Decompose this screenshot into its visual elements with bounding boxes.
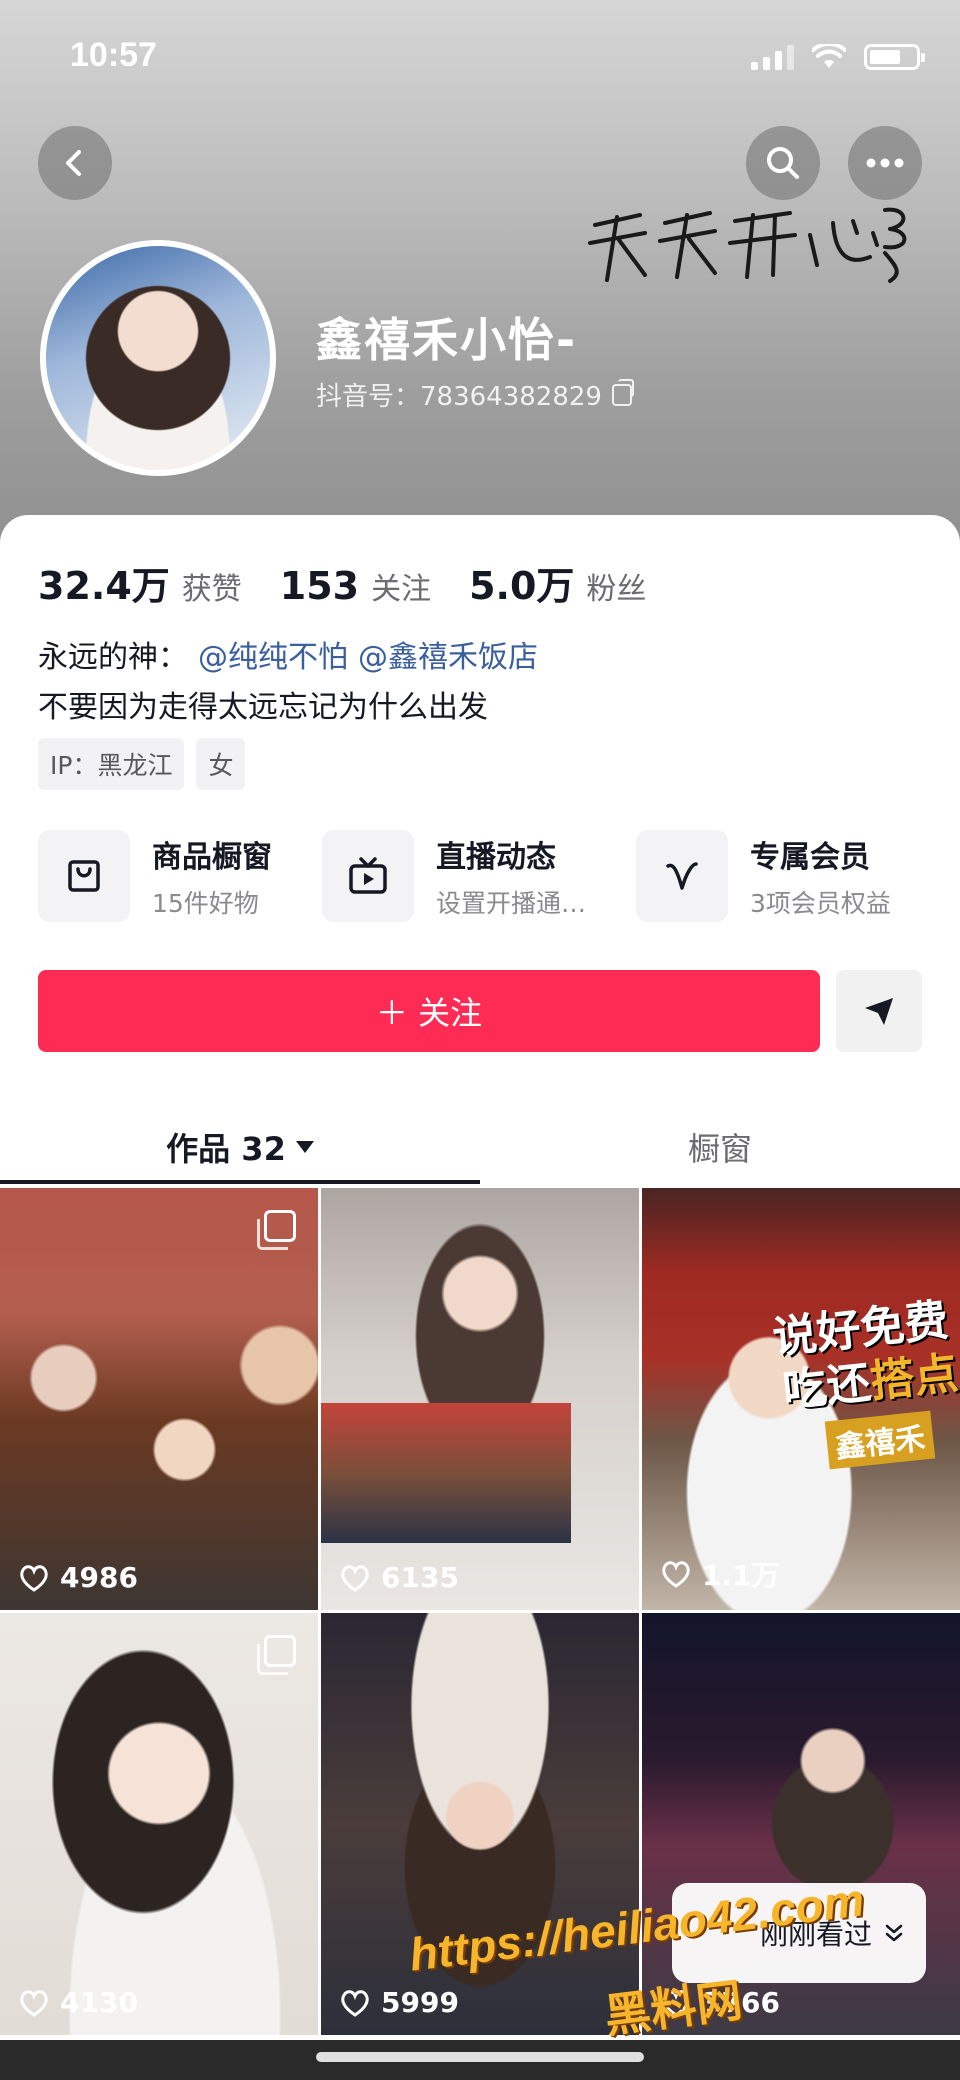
stats-row: 32.4万 获赞 153 关注 5.0万 粉丝 — [38, 555, 646, 610]
status-icons — [751, 44, 925, 70]
bag-icon — [68, 860, 100, 892]
multi-image-icon — [257, 1635, 296, 1675]
bio-line-1: 永远的神： @纯纯不怕 @鑫禧禾饭店 — [38, 632, 538, 676]
video-tile[interactable]: 4130 — [0, 1613, 318, 2035]
follow-button[interactable]: ＋ 关注 — [38, 970, 820, 1052]
status-bar: 10:57 — [0, 0, 960, 110]
feature-subtitle: 15件好物 — [152, 889, 259, 918]
profile-nickname: 鑫禧禾小怡- — [316, 313, 578, 367]
tab-active-underline — [0, 1180, 480, 1184]
like-count-value: 1.1万 — [702, 1559, 780, 1592]
more-dots-icon — [866, 158, 904, 168]
feature-title: 商品橱窗 — [152, 840, 272, 875]
heart-icon — [341, 1564, 369, 1592]
gender-tag: 女 — [196, 738, 246, 790]
heart-icon — [20, 1989, 48, 2017]
wifi-icon — [812, 44, 846, 68]
like-count: 4986 — [18, 1561, 138, 1594]
ip-location-tag: IP：黑龙江 — [38, 738, 185, 790]
feature-membership[interactable]: 专属会员 3项会员权益 — [636, 830, 891, 922]
profile-tags: IP：黑龙江 女 — [38, 738, 246, 790]
chevron-double-down-icon — [885, 1924, 903, 1942]
chevron-left-icon — [66, 150, 81, 176]
feature-icon-box — [38, 830, 130, 922]
feature-subtitle: 3项会员权益 — [750, 889, 891, 918]
like-count: 6135 — [339, 1561, 459, 1594]
feature-row: 商品橱窗 15件好物 直播动态 设置开播通… 专属会员 3项会员权益 — [38, 830, 960, 922]
mention-link[interactable]: @鑫禧禾饭店 — [358, 632, 538, 676]
home-indicator[interactable] — [316, 2052, 644, 2062]
video-tile[interactable]: 4986 — [0, 1188, 318, 1610]
more-button[interactable] — [848, 126, 922, 200]
feature-icon-box — [636, 830, 729, 922]
status-time: 10:57 — [70, 36, 157, 74]
avatar[interactable] — [40, 240, 276, 476]
video-inset-frame — [321, 1403, 571, 1543]
share-button[interactable] — [836, 970, 922, 1052]
like-count: 4130 — [18, 1986, 138, 2019]
feature-title: 专属会员 — [750, 840, 871, 875]
copy-icon[interactable] — [611, 378, 634, 406]
heart-icon — [662, 1561, 690, 1588]
tab-showcase[interactable]: 橱窗 — [480, 1112, 960, 1182]
stat-value: 153 — [279, 564, 360, 608]
feature-subtitle: 设置开播通… — [436, 889, 587, 918]
like-count: 5999 — [339, 1986, 459, 2019]
douyin-id: 抖音号：78364382829 — [316, 382, 602, 412]
like-count-value: 4986 — [60, 1561, 138, 1594]
tab-works[interactable]: 作品 32 — [0, 1112, 480, 1182]
like-count-value: 5999 — [381, 1986, 459, 2019]
feature-icon-box — [322, 830, 414, 922]
like-count-value: 6135 — [381, 1561, 459, 1594]
caret-down-icon — [295, 1141, 314, 1153]
video-caption-part: 吃还 — [780, 1357, 874, 1418]
douyin-id-row[interactable]: 抖音号：78364382829 — [316, 376, 634, 413]
like-count-value: 4130 — [60, 1986, 138, 2019]
bio-line-2: 不要因为走得太远忘记为什么出发 — [38, 690, 488, 725]
feature-text: 直播动态 设置开播通… — [436, 832, 586, 920]
feature-text: 商品橱窗 15件好物 — [152, 832, 272, 920]
heart-icon — [20, 1564, 48, 1592]
feature-text: 专属会员 3项会员权益 — [750, 832, 891, 920]
signature-handwriting — [588, 207, 907, 283]
video-tile[interactable]: 6135 — [321, 1188, 639, 1610]
stat-followers[interactable]: 5.0万 粉丝 — [469, 555, 646, 610]
stat-label: 粉丝 — [586, 572, 647, 607]
stat-value: 32.4万 — [38, 564, 170, 608]
stat-label: 关注 — [371, 572, 432, 607]
tv-icon — [349, 857, 387, 894]
video-caption-badge: 鑫禧禾 — [824, 1410, 936, 1470]
bio-prefix: 永远的神： — [38, 640, 188, 675]
tab-works-label: 作品 32 — [166, 1130, 286, 1168]
stat-value: 5.0万 — [469, 564, 575, 608]
video-caption-highlight: 搭点 — [867, 1347, 960, 1408]
send-icon — [865, 998, 893, 1025]
like-count: 1.1万 — [660, 1554, 780, 1594]
signal-icon — [751, 44, 794, 70]
search-button[interactable] — [746, 126, 820, 200]
feature-title: 直播动态 — [436, 840, 556, 875]
video-tile[interactable]: 说好免费 吃还搭点 鑫禧禾 1.1万 — [642, 1188, 960, 1610]
stat-following[interactable]: 153 关注 — [280, 564, 431, 608]
stat-label: 获赞 — [181, 572, 242, 607]
v-badge-icon — [666, 862, 698, 890]
stat-likes[interactable]: 32.4万 获赞 — [38, 555, 242, 610]
battery-icon — [864, 44, 925, 70]
feature-shop-window[interactable]: 商品橱窗 15件好物 — [38, 830, 272, 922]
back-button[interactable] — [38, 126, 112, 200]
feature-live[interactable]: 直播动态 设置开播通… — [322, 830, 586, 922]
search-icon — [767, 147, 799, 179]
multi-image-icon — [257, 1210, 296, 1250]
mention-link[interactable]: @纯纯不怕 — [198, 632, 348, 676]
heart-icon — [341, 1989, 369, 2017]
